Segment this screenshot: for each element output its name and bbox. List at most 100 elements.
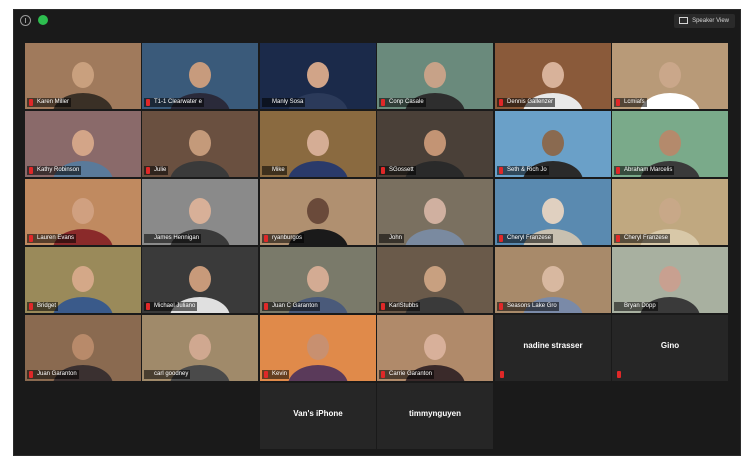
participant-name-label: Seth & Rich Jo xyxy=(497,166,549,175)
participant-name-label: Karen Miller xyxy=(27,98,72,107)
mic-icon xyxy=(616,303,620,310)
participant-name: John xyxy=(389,235,403,241)
participant-name-label: Manly Sosa xyxy=(262,98,306,107)
muted-mic-icon xyxy=(264,235,268,242)
mic-icon xyxy=(264,99,268,106)
participant-tile[interactable]: T1-1 Clearwater e xyxy=(142,43,258,109)
participant-name-label: Cheryl Franzese xyxy=(614,234,671,243)
muted-mic-icon xyxy=(29,235,33,242)
participant-name: KarlStubbs xyxy=(389,303,419,309)
participant-name: Julie xyxy=(154,167,167,173)
participant-name-label: T1-1 Clearwater e xyxy=(144,98,205,107)
muted-mic-icon xyxy=(29,167,33,174)
participant-tile[interactable]: Conp Casale xyxy=(377,43,493,109)
participant-name: Manly Sosa xyxy=(272,99,304,105)
participant-name-label: Juan Garanton xyxy=(27,370,79,379)
speaker-view-label: Speaker View xyxy=(692,18,729,24)
muted-mic-icon xyxy=(146,167,150,174)
participant-name: Cheryl Franzese xyxy=(507,235,552,241)
participant-name: Gino xyxy=(660,341,680,350)
participant-name-label: SGossett xyxy=(379,166,416,175)
participant-tile[interactable]: Kathy Robinson xyxy=(25,111,141,177)
speaker-view-button[interactable]: Speaker View xyxy=(674,14,735,28)
muted-mic-icon xyxy=(499,235,503,242)
participant-tile[interactable]: carl goodney xyxy=(142,315,258,381)
participant-tile-no-video[interactable]: Van's iPhone xyxy=(260,383,376,449)
muted-mic-icon xyxy=(616,99,620,106)
participant-tile[interactable]: Cheryl Franzese xyxy=(495,179,611,245)
participant-name-label: carl goodney xyxy=(144,370,191,379)
participant-name: Abraham Marcelis xyxy=(624,167,673,173)
participant-tile[interactable]: Seth & Rich Jo xyxy=(495,111,611,177)
participant-name-label: Cheryl Franzese xyxy=(497,234,554,243)
participant-tile[interactable]: Manly Sosa xyxy=(260,43,376,109)
participant-tile[interactable]: Abraham Marcelis xyxy=(612,111,728,177)
participant-tile[interactable]: Karen Miller xyxy=(25,43,141,109)
participant-name: Lcmiafs xyxy=(624,99,645,105)
participant-tile-no-video[interactable]: nadine strasser xyxy=(495,315,611,381)
muted-mic-icon xyxy=(146,303,150,310)
participant-name: T1-1 Clearwater e xyxy=(154,99,203,105)
security-shield-icon[interactable] xyxy=(38,15,48,25)
speaker-view-icon xyxy=(679,17,689,24)
participant-name: Seasons Lake Gro xyxy=(507,303,557,309)
participant-tile[interactable]: Carrie Garanton xyxy=(377,315,493,381)
participant-tile[interactable]: Mike xyxy=(260,111,376,177)
participant-name-label: Seasons Lake Gro xyxy=(497,302,559,311)
participant-tile[interactable]: Lauren Evans xyxy=(25,179,141,245)
participant-name: SGossett xyxy=(389,167,414,173)
participant-tile[interactable]: KarlStubbs xyxy=(377,247,493,313)
participant-tile[interactable]: James Hennigan xyxy=(142,179,258,245)
participant-name: Lauren Evans xyxy=(37,235,75,241)
participant-tile[interactable]: ryanburgos xyxy=(260,179,376,245)
participant-tile[interactable]: Kevin xyxy=(260,315,376,381)
participant-name: carl goodney xyxy=(154,371,189,377)
participant-tile[interactable]: John xyxy=(377,179,493,245)
participant-name: Karen Miller xyxy=(37,99,70,105)
participant-name: Michael Juliano xyxy=(154,303,196,309)
participant-tile[interactable]: Lcmiafs xyxy=(612,43,728,109)
participant-tile[interactable]: Dennis Gallenzer xyxy=(495,43,611,109)
info-icon[interactable] xyxy=(20,15,31,26)
participant-name-label: Mike xyxy=(262,166,287,175)
participant-name: Mike xyxy=(272,167,285,173)
participant-name: timmynguyen xyxy=(408,409,461,418)
participant-tile-no-video[interactable]: Gino xyxy=(612,315,728,381)
participant-name: ryanburgos xyxy=(272,235,303,241)
participant-name-label: KarlStubbs xyxy=(379,302,421,311)
participant-tile[interactable]: Juan C Garanton xyxy=(260,247,376,313)
participant-name: Kathy Robinson xyxy=(37,167,80,173)
participant-name-label: Bridget xyxy=(27,302,59,311)
participant-name: Juan Garanton xyxy=(37,371,77,377)
muted-mic-icon xyxy=(264,303,268,310)
muted-mic-icon xyxy=(499,99,503,106)
mic-icon xyxy=(146,235,150,242)
participant-name: Seth & Rich Jo xyxy=(507,167,547,173)
participant-tile[interactable]: Cheryl Franzese xyxy=(612,179,728,245)
participant-name: nadine strasser xyxy=(523,341,583,350)
participant-name: Juan C Garanton xyxy=(272,303,318,309)
muted-mic-icon xyxy=(381,371,385,378)
participant-name-label: Abraham Marcelis xyxy=(614,166,675,175)
muted-mic-icon xyxy=(616,235,620,242)
participant-tile[interactable]: Juan Garanton xyxy=(25,315,141,381)
participant-name-label: Conp Casale xyxy=(379,98,426,107)
participant-tile-no-video[interactable]: timmynguyen xyxy=(377,383,493,449)
muted-mic-icon xyxy=(264,371,268,378)
participant-tile[interactable]: Seasons Lake Gro xyxy=(495,247,611,313)
participant-tile[interactable]: Michael Juliano xyxy=(142,247,258,313)
participant-tile[interactable]: Bryan Dopp xyxy=(612,247,728,313)
participant-name: Conp Casale xyxy=(389,99,424,105)
muted-mic-icon xyxy=(500,371,504,378)
mic-icon xyxy=(146,371,150,378)
participant-tile[interactable]: Bridget xyxy=(25,247,141,313)
muted-mic-icon xyxy=(616,167,620,174)
participant-tile[interactable]: Julie xyxy=(142,111,258,177)
participant-name-label: Juan C Garanton xyxy=(262,302,320,311)
participant-name: Carrie Garanton xyxy=(389,371,433,377)
muted-mic-icon xyxy=(499,303,503,310)
top-bar: Speaker View xyxy=(14,10,740,34)
participant-name-label: Kathy Robinson xyxy=(27,166,82,175)
participant-name-label: James Hennigan xyxy=(144,234,202,243)
participant-tile[interactable]: SGossett xyxy=(377,111,493,177)
